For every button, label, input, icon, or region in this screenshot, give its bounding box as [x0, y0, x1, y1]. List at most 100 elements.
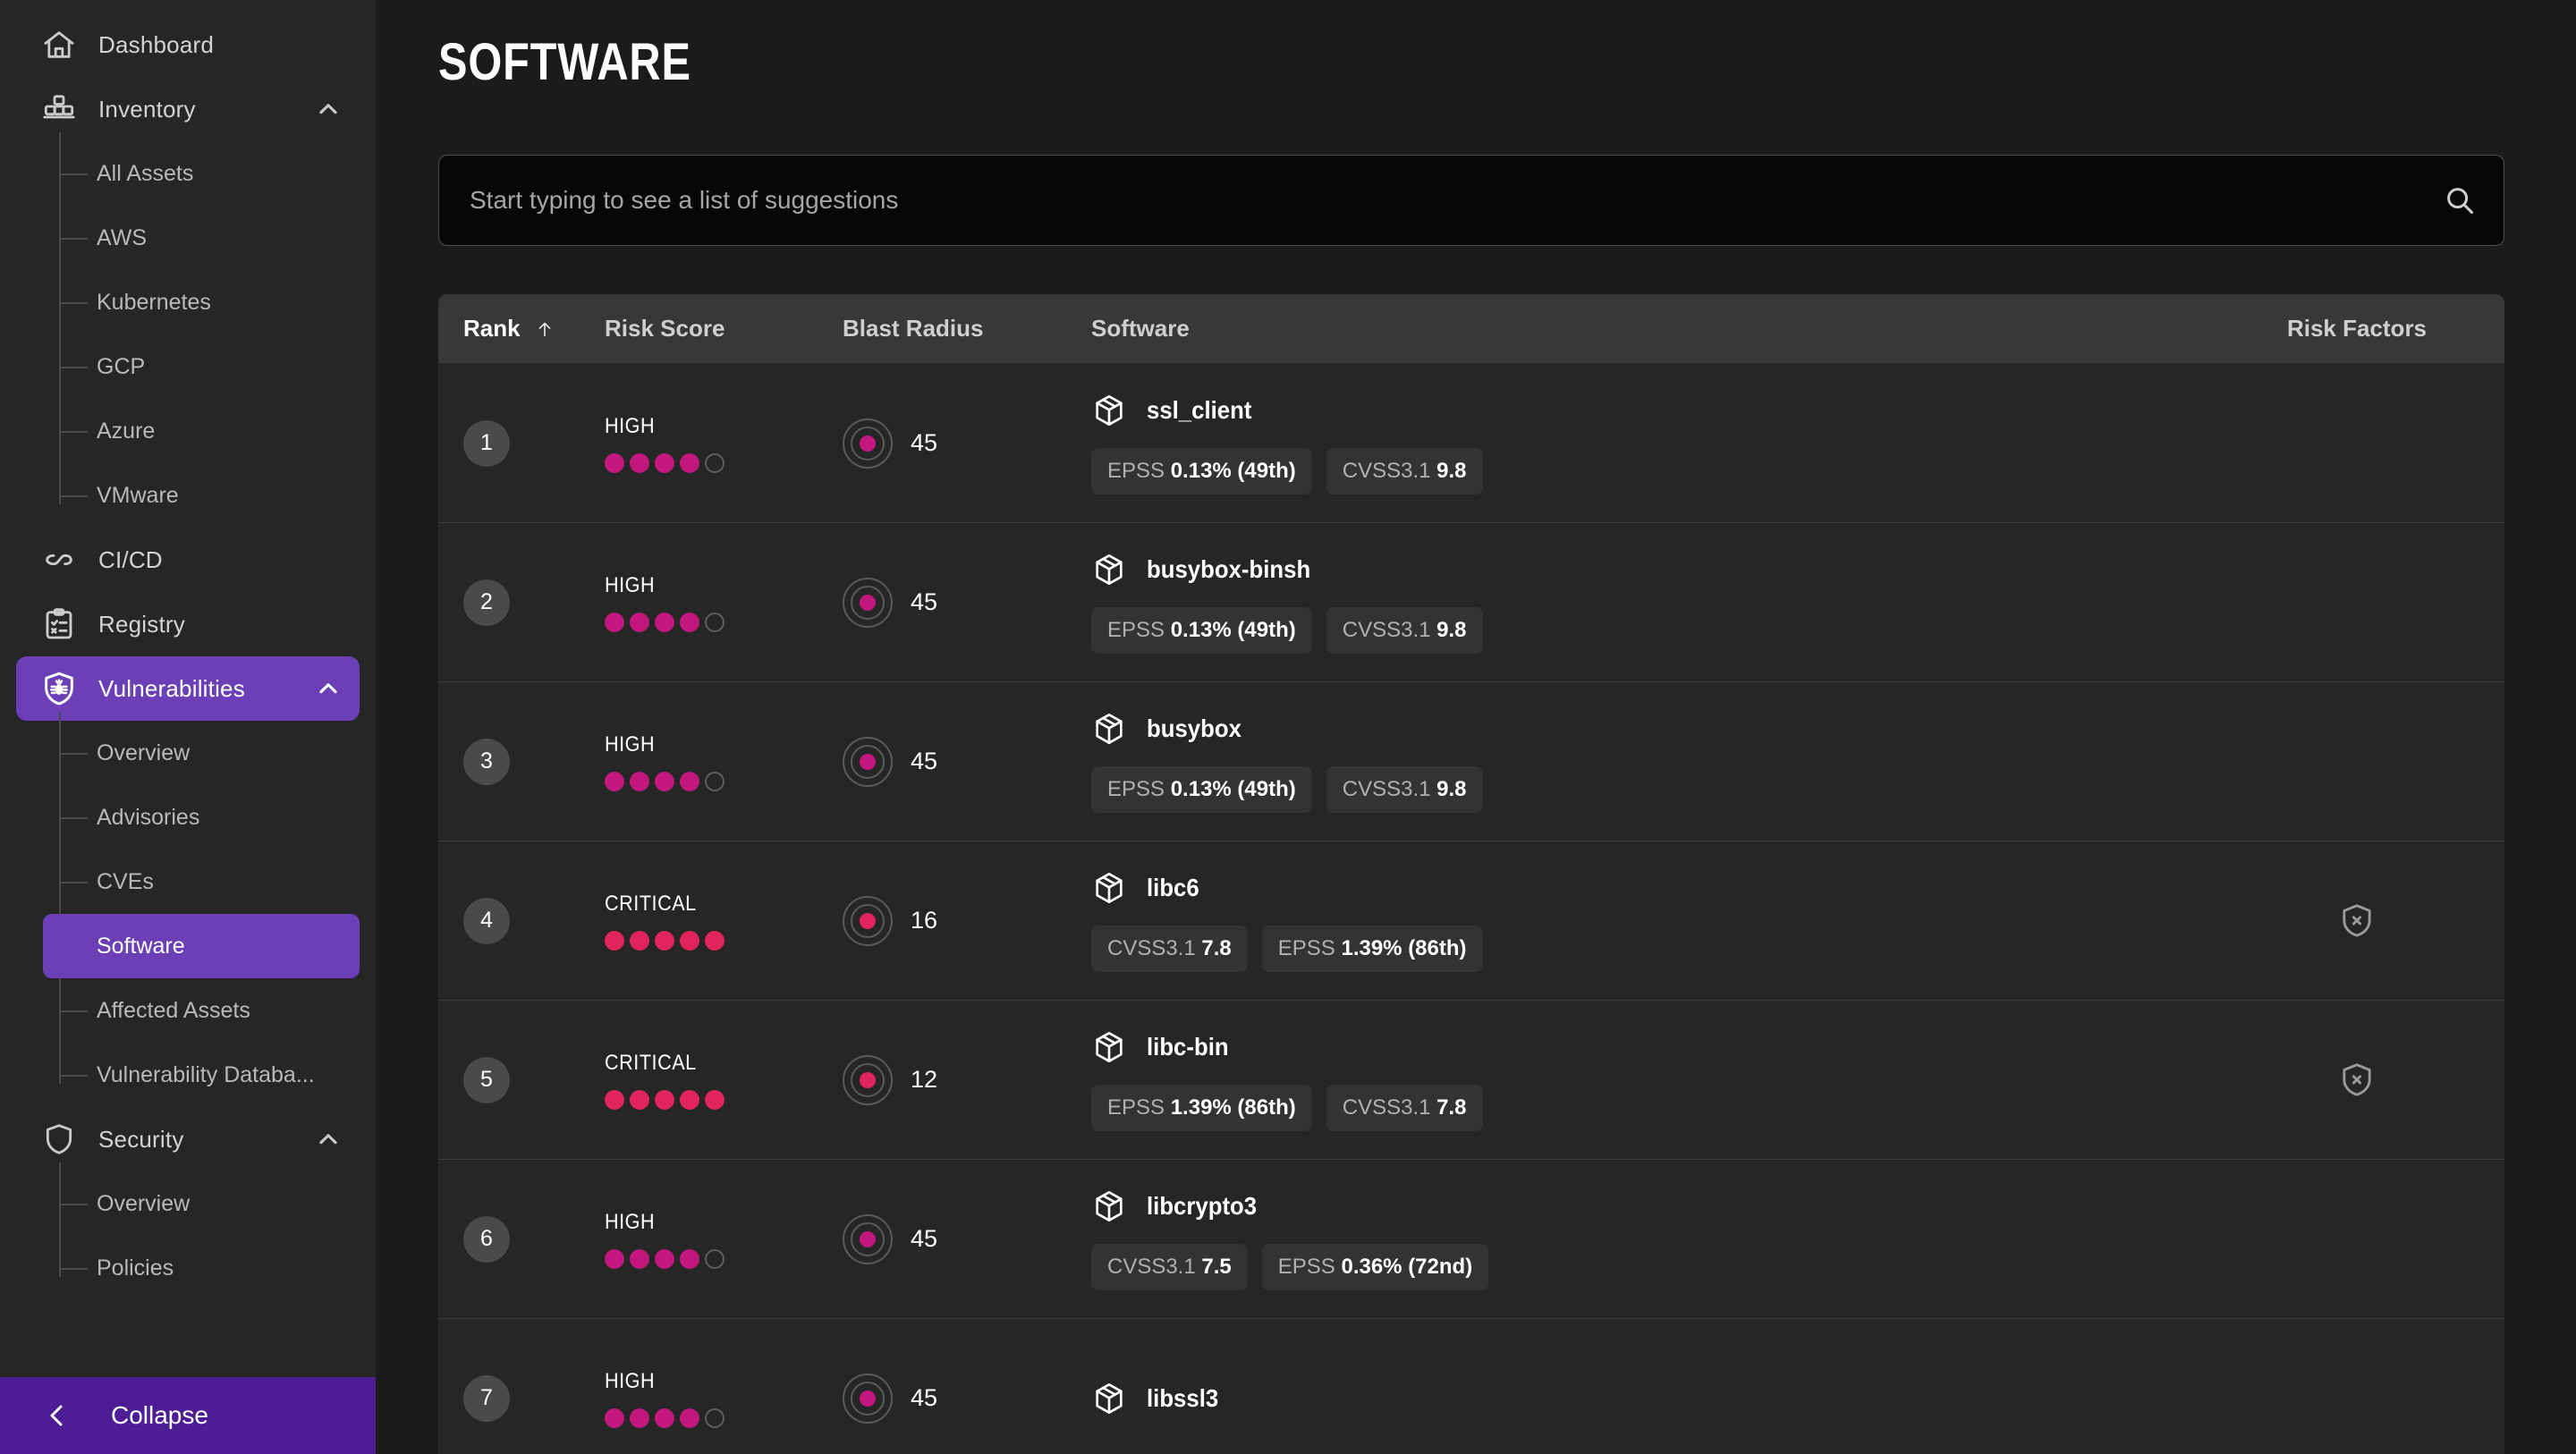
metric-chip[interactable]: EPSS 1.39% (86th): [1091, 1084, 1312, 1131]
sidebar-item-advisories[interactable]: Advisories: [43, 785, 360, 850]
sidebar-item-gcp[interactable]: GCP: [43, 334, 360, 399]
severity-dot-filled: [605, 771, 624, 791]
severity-dot-filled: [680, 930, 699, 951]
software-name-row: libcrypto3: [1091, 1188, 1267, 1224]
sidebar-item-registry[interactable]: Registry: [16, 592, 360, 656]
sidebar-item-vulnerability-databa[interactable]: Vulnerability Databa...: [43, 1043, 360, 1107]
search-bar[interactable]: [438, 155, 2504, 246]
blast-radius-value: 45: [911, 429, 938, 456]
search-icon[interactable]: [2443, 183, 2477, 217]
collapse-sidebar-button[interactable]: Collapse: [0, 1377, 376, 1454]
software-name[interactable]: libcrypto3: [1147, 1192, 1257, 1221]
column-header-software[interactable]: Software: [1091, 315, 2209, 342]
severity-dot-filled: [605, 1089, 624, 1110]
search-input[interactable]: [470, 186, 2425, 215]
severity-dot-filled: [630, 930, 649, 951]
software-name[interactable]: libc6: [1147, 874, 1199, 902]
column-header-rank[interactable]: Rank: [438, 315, 605, 342]
cell-risk-score: HIGH: [605, 414, 843, 473]
software-name[interactable]: libc-bin: [1147, 1033, 1229, 1061]
column-header-blast-radius-label: Blast Radius: [843, 315, 984, 342]
sidebar-item-azure[interactable]: Azure: [43, 399, 360, 463]
shield-bug-icon: [39, 669, 79, 708]
metric-chip-list: EPSS 1.39% (86th) CVSS3.1 7.8: [1091, 1084, 1483, 1131]
sidebar-item-software[interactable]: Software: [43, 914, 360, 978]
metric-chip-label: CVSS3.1: [1342, 458, 1431, 483]
cell-risk-score: HIGH: [605, 573, 843, 632]
shield-x-icon[interactable]: [2336, 1060, 2377, 1101]
metric-chip[interactable]: CVSS3.1 9.8: [1326, 447, 1483, 495]
software-name[interactable]: ssl_client: [1147, 396, 1251, 425]
sidebar-item-vulnerabilities[interactable]: Vulnerabilities: [16, 656, 360, 721]
metric-chip[interactable]: CVSS3.1 9.8: [1326, 606, 1483, 654]
severity-dot-filled: [680, 612, 699, 632]
sidebar-item-dashboard[interactable]: Dashboard: [16, 13, 360, 77]
sidebar-subitem-label: AWS: [97, 224, 148, 250]
metric-chip[interactable]: CVSS3.1 7.5: [1091, 1243, 1248, 1290]
shield-x-icon[interactable]: [2336, 900, 2377, 942]
chevron-up-icon[interactable]: [315, 1126, 342, 1153]
table-row[interactable]: 7 HIGH 45 libssl3: [438, 1319, 2504, 1454]
table-row[interactable]: 6 HIGH 45 libcrypto3 CVSS3.1 7.5 EPSS 0.3…: [438, 1160, 2504, 1319]
metric-chip-label: EPSS: [1107, 776, 1165, 801]
software-name[interactable]: busybox-binsh: [1147, 555, 1310, 584]
sidebar-item-all-assets[interactable]: All Assets: [43, 141, 360, 206]
sidebar-item-kubernetes[interactable]: Kubernetes: [43, 270, 360, 334]
package-icon: [1091, 1029, 1127, 1065]
blast-radius-indicator: 45: [843, 577, 937, 628]
package-icon: [1091, 1188, 1127, 1224]
table-row[interactable]: 4 CRITICAL 16 libc6 CVSS3.1 7.8 EPSS 1.39…: [438, 841, 2504, 1001]
severity-dot-filled: [630, 1089, 649, 1110]
package-icon: [1091, 393, 1127, 428]
severity-dot-filled: [655, 1089, 674, 1110]
sidebar-subitem-label: Affected Assets: [97, 997, 250, 1023]
metric-chip[interactable]: CVSS3.1 9.8: [1326, 765, 1483, 813]
table-row[interactable]: 2 HIGH 45 busybox-binsh EPSS 0.13% (49th…: [438, 523, 2504, 682]
column-header-risk-factors[interactable]: Risk Factors: [2209, 315, 2504, 342]
severity-dot-filled: [630, 612, 649, 632]
sidebar-item-cves[interactable]: CVEs: [43, 850, 360, 914]
metric-chip[interactable]: EPSS 1.39% (86th): [1261, 925, 1483, 972]
metric-chip[interactable]: CVSS3.1 7.8: [1326, 1084, 1483, 1131]
sidebar-item-overview[interactable]: Overview: [43, 1171, 360, 1236]
main-content: SOFTWARE Rank Risk Score Blast Rad: [376, 0, 2576, 1454]
table-row[interactable]: 5 CRITICAL 12 libc-bin EPSS 1.39% (86th)…: [438, 1001, 2504, 1160]
cell-blast-radius: 45: [843, 1213, 1091, 1264]
sidebar-item-ci-cd[interactable]: CI/CD: [16, 528, 360, 592]
severity-label: HIGH: [605, 731, 656, 757]
blast-radius-rings-icon: [843, 895, 893, 946]
sidebar-item-inventory[interactable]: Inventory: [16, 77, 360, 141]
metric-chip[interactable]: EPSS 0.36% (72nd): [1261, 1243, 1489, 1290]
column-header-blast-radius[interactable]: Blast Radius: [843, 315, 1091, 342]
software-name[interactable]: busybox: [1147, 714, 1241, 743]
sidebar-subitem-label: Overview: [97, 1190, 191, 1216]
rank-badge: 6: [463, 1215, 510, 1263]
metric-chip[interactable]: EPSS 0.13% (49th): [1091, 447, 1312, 495]
sidebar-item-affected-assets[interactable]: Affected Assets: [43, 978, 360, 1043]
severity-dot-empty: [705, 1408, 724, 1428]
blast-radius-rings-icon: [843, 1054, 893, 1105]
cell-rank: 7: [438, 1374, 605, 1422]
column-header-risk-factors-label: Risk Factors: [2286, 315, 2428, 342]
sidebar-item-aws[interactable]: AWS: [43, 206, 360, 270]
severity-dot-empty: [705, 452, 724, 473]
table-row[interactable]: 1 HIGH 45 ssl_client EPSS 0.13% (49th) CV…: [438, 364, 2504, 523]
sidebar-item-policies[interactable]: Policies: [43, 1236, 360, 1300]
metric-chip[interactable]: CVSS3.1 7.8: [1091, 925, 1248, 972]
severity-dot-filled: [680, 771, 699, 791]
cell-risk-factors: [2209, 1060, 2504, 1101]
sidebar-item-overview[interactable]: Overview: [43, 721, 360, 785]
chevron-up-icon[interactable]: [315, 675, 342, 702]
sidebar-item-security[interactable]: Security: [16, 1107, 360, 1171]
metric-chip[interactable]: EPSS 0.13% (49th): [1091, 606, 1312, 654]
table-row[interactable]: 3 HIGH 45 busybox EPSS 0.13% (49th) CVSS3…: [438, 682, 2504, 841]
infinity-icon: [39, 540, 79, 579]
blast-radius-indicator: 16: [843, 895, 937, 946]
sidebar-item-vmware[interactable]: VMware: [43, 463, 360, 528]
software-name[interactable]: libssl3: [1147, 1384, 1218, 1413]
metric-chip-value: 0.13% (49th): [1170, 776, 1296, 801]
metric-chip[interactable]: EPSS 0.13% (49th): [1091, 765, 1312, 813]
chevron-up-icon[interactable]: [315, 96, 342, 123]
column-header-risk-score[interactable]: Risk Score: [605, 315, 843, 342]
column-header-risk-score-label: Risk Score: [605, 315, 725, 342]
